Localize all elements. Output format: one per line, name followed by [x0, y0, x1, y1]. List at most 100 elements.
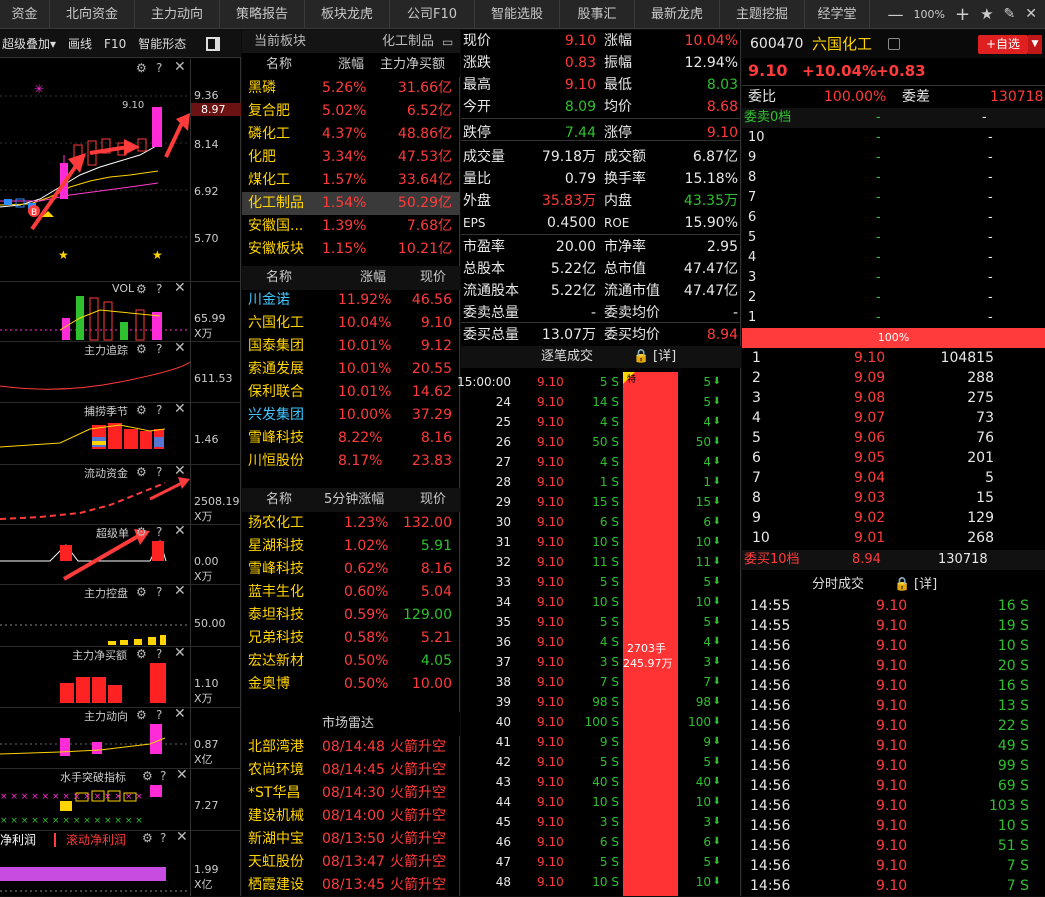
window-icon[interactable]: ▭ [442, 30, 453, 54]
star-icon[interactable]: ★ [980, 5, 993, 23]
tab-zhulidongxiang[interactable]: 主力动向 [135, 0, 220, 29]
radar-row[interactable]: 建设机械 08/14:00 火箭升空 [242, 805, 460, 828]
buy-level-row[interactable]: 7 9.04 5 [742, 468, 1045, 488]
sell-level-row[interactable]: 8 -- [742, 168, 1045, 188]
stock-row[interactable]: 保利联合 10.01% 14.62 [242, 381, 460, 404]
stock-row[interactable]: 国泰集团 10.01% 9.12 [242, 335, 460, 358]
close-icon[interactable]: ✕ [174, 59, 186, 75]
sell-level-row[interactable]: 6 -- [742, 208, 1045, 228]
sell-level-row[interactable]: 1 -- [742, 308, 1045, 328]
close-icon[interactable]: ✕ [174, 645, 186, 661]
add-watchlist-button[interactable]: +自选 [978, 35, 1028, 54]
chevron-down-icon[interactable]: ▼ [1028, 35, 1042, 54]
buy-level-row[interactable]: 6 9.05 201 [742, 448, 1045, 468]
radar-row[interactable]: *ST华昌 08/14:30 火箭升空 [242, 782, 460, 805]
buy-level-row[interactable]: 3 9.08 275 [742, 388, 1045, 408]
stock-row[interactable]: 六国化工 10.04% 9.10 [242, 312, 460, 335]
close-icon[interactable]: ✕ [174, 401, 186, 417]
settings-icon[interactable]: ⚙ [142, 831, 153, 845]
radar-row[interactable]: 天虹股份 08/13:47 火箭升空 [242, 851, 460, 874]
timetrades-detail-link[interactable]: [详] [914, 574, 937, 596]
close-icon[interactable]: ✕ [174, 523, 186, 539]
copy-icon[interactable] [888, 38, 900, 50]
help-icon[interactable]: ? [156, 403, 162, 417]
stock-row[interactable]: 雪峰科技 8.22% 8.16 [242, 427, 460, 450]
help-icon[interactable]: ? [156, 282, 162, 296]
buy-level-row[interactable]: 5 9.06 76 [742, 428, 1045, 448]
close-icon[interactable]: ✕ [176, 829, 188, 845]
sector-row[interactable]: 化肥 3.34% 47.53亿 [242, 146, 460, 169]
tab-zijin[interactable]: 资金 [0, 0, 50, 29]
kline-plot[interactable]: B ✳ ★ ★ 9.10 [0, 59, 190, 281]
buy-level-row[interactable]: 8 9.03 15 [742, 488, 1045, 508]
fivemin-row[interactable]: 金奥博 0.50% 10.00 [242, 673, 460, 696]
col-change[interactable]: 涨幅 [360, 266, 386, 290]
tab-gushihui[interactable]: 股事汇 [560, 0, 635, 29]
fivemin-row[interactable]: 扬农化工 1.23% 132.00 [242, 512, 460, 535]
lock-icon[interactable]: 🔒 [894, 574, 910, 596]
col-price[interactable]: 现价 [420, 488, 446, 512]
sector-row[interactable]: 安徽国... 1.39% 7.68亿 [242, 215, 460, 238]
col-price[interactable]: 现价 [420, 266, 446, 290]
fivemin-row[interactable]: 雪峰科技 0.62% 8.16 [242, 558, 460, 581]
close-icon[interactable]: ✕ [174, 706, 186, 722]
lock-icon[interactable]: 🔒 [633, 346, 649, 368]
radar-row[interactable]: 北部湾港 08/14:48 火箭升空 [242, 736, 460, 759]
sector-row[interactable]: 安徽板块 1.15% 10.21亿 [242, 238, 460, 261]
sector-row[interactable]: 磷化工 4.37% 48.86亿 [242, 123, 460, 146]
help-icon[interactable]: ? [156, 708, 162, 722]
col-name[interactable]: 名称 [266, 266, 292, 290]
smart-pattern-button[interactable]: 智能形态 [138, 35, 186, 52]
sell-level-row[interactable]: 4 -- [742, 248, 1045, 268]
zoom-out-icon[interactable]: — [888, 5, 904, 24]
settings-icon[interactable]: ⚙ [136, 403, 147, 417]
buy-level-row[interactable]: 4 9.07 73 [742, 408, 1045, 428]
stock-row[interactable]: 索通发展 10.01% 20.55 [242, 358, 460, 381]
tab-zhuti[interactable]: 主题挖掘 [720, 0, 805, 29]
col-net-buy[interactable]: 主力净买额 [380, 53, 445, 77]
zoom-in-icon[interactable]: + [955, 4, 970, 25]
settings-icon[interactable]: ⚙ [136, 465, 147, 479]
tab-xuangu[interactable]: 智能选股 [475, 0, 560, 29]
settings-icon[interactable]: ⚙ [136, 525, 147, 539]
stock-row[interactable]: 川恒股份 8.17% 23.83 [242, 450, 460, 473]
radar-row[interactable]: 新湖中宝 08/13:50 火箭升空 [242, 828, 460, 851]
sell-level-row[interactable]: 5 -- [742, 228, 1045, 248]
col-5min-change[interactable]: 5分钟涨幅 [324, 488, 384, 512]
sell-level-row[interactable]: 9 -- [742, 148, 1045, 168]
sell-level-row[interactable]: 7 -- [742, 188, 1045, 208]
tab-f10[interactable]: 公司F10 [390, 0, 475, 29]
close-icon[interactable]: ✕ [174, 340, 186, 356]
tab-jingxuetang[interactable]: 经学堂 [805, 0, 870, 29]
sell-level-row[interactable]: 3 -- [742, 268, 1045, 288]
radar-row[interactable]: 农尚环境 08/14:45 火箭升空 [242, 759, 460, 782]
settings-icon[interactable]: ⚙ [136, 61, 147, 75]
stock-row[interactable]: 川金诺 11.92% 46.56 [242, 289, 460, 312]
col-name[interactable]: 名称 [266, 488, 292, 512]
sell-level-row[interactable]: 10 -- [742, 128, 1045, 148]
settings-icon[interactable]: ⚙ [136, 342, 147, 356]
settings-icon[interactable]: ⚙ [142, 769, 153, 783]
pencil-icon[interactable]: ✎ [1004, 6, 1016, 22]
delete-icon[interactable]: ✕ [1025, 6, 1037, 22]
radar-row[interactable]: 栖霞建设 08/13:45 火箭升空 [242, 874, 460, 897]
col-change[interactable]: 涨幅 [338, 53, 364, 77]
close-icon[interactable]: ✕ [174, 583, 186, 599]
f10-button[interactable]: F10 [104, 37, 126, 51]
close-icon[interactable]: ✕ [174, 463, 186, 479]
settings-icon[interactable]: ⚙ [136, 647, 147, 661]
help-icon[interactable]: ? [156, 61, 162, 75]
buy-level-row[interactable]: 1 9.10 104815 [742, 348, 1045, 368]
close-icon[interactable]: ✕ [176, 767, 188, 783]
stock-row[interactable]: 兴发集团 10.00% 37.29 [242, 404, 460, 427]
fivemin-row[interactable]: 星湖科技 1.02% 5.91 [242, 535, 460, 558]
settings-icon[interactable]: ⚙ [136, 585, 147, 599]
ticks-detail-link[interactable]: [详] [653, 346, 676, 368]
tab-longhu[interactable]: 最新龙虎 [635, 0, 720, 29]
help-icon[interactable]: ? [156, 465, 162, 479]
settings-icon[interactable]: ⚙ [136, 282, 147, 296]
overlay-dropdown[interactable]: 超级叠加▾ [2, 35, 56, 52]
sector-row[interactable]: 黑磷 5.26% 31.66亿 [242, 77, 460, 100]
draw-line-button[interactable]: 画线 [68, 35, 92, 52]
sector-header-value[interactable]: 化工制品 [382, 30, 434, 54]
